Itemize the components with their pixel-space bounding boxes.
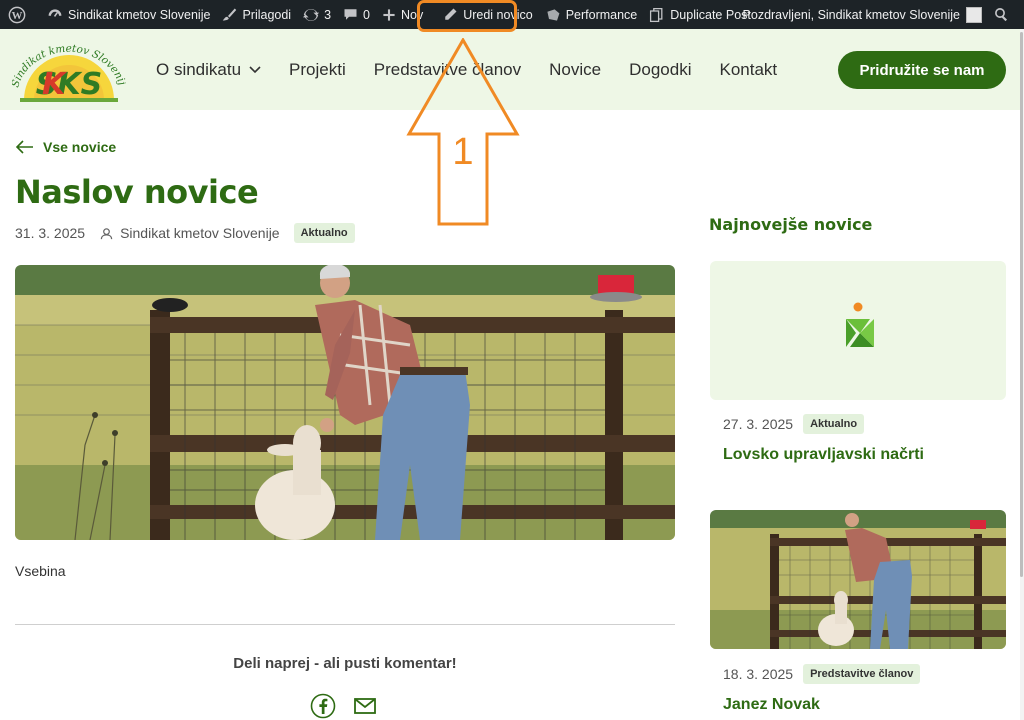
nav-item-kontakt[interactable]: Kontakt bbox=[719, 60, 777, 80]
post-author-name: Sindikat kmetov Slovenije bbox=[120, 225, 280, 241]
nav-item-novice[interactable]: Novice bbox=[549, 60, 601, 80]
admin-site-name-label: Sindikat kmetov Slovenije bbox=[68, 7, 211, 22]
highlight-box bbox=[417, 0, 517, 32]
post-author[interactable]: Sindikat kmetov Slovenije bbox=[100, 225, 280, 241]
join-button[interactable]: Pridružite se nam bbox=[838, 51, 1006, 89]
chevron-down-icon bbox=[249, 65, 261, 73]
performance-icon bbox=[547, 8, 560, 21]
featured-image bbox=[15, 265, 675, 540]
nav-label: Kontakt bbox=[719, 59, 778, 79]
back-link-label: Vse novice bbox=[43, 139, 117, 155]
updates-icon bbox=[303, 8, 320, 21]
news-card-title[interactable]: Lovsko upravljavski načrti bbox=[723, 446, 924, 464]
farmer-with-lamb-photo bbox=[15, 265, 675, 540]
admin-greeting: Pozdravljeni, Sindikat kmetov Slovenije bbox=[742, 7, 960, 22]
news-card-meta: 18. 3. 2025 Predstavitve članov bbox=[723, 664, 921, 684]
wordpress-menu[interactable]: W bbox=[0, 0, 41, 29]
user-icon bbox=[100, 227, 113, 239]
admin-search[interactable] bbox=[988, 0, 1024, 29]
admin-site-name[interactable]: Sindikat kmetov Slovenije bbox=[41, 0, 216, 29]
comments-count: 0 bbox=[363, 7, 370, 22]
post-content: Vsebina bbox=[15, 563, 66, 579]
news-card-meta: 27. 3. 2025 Aktualno bbox=[723, 414, 865, 434]
updates-count: 3 bbox=[324, 7, 332, 22]
sidebar-title: Najnovejše novice bbox=[709, 215, 873, 234]
share-icons bbox=[310, 693, 394, 719]
nav-label: O sindikatu bbox=[156, 59, 242, 79]
facebook-icon[interactable] bbox=[310, 693, 336, 719]
search-icon bbox=[995, 8, 1008, 22]
news-card-title[interactable]: Janez Novak bbox=[723, 696, 820, 714]
news-card-image[interactable] bbox=[710, 510, 1006, 649]
comment-icon bbox=[344, 9, 357, 20]
admin-updates[interactable]: 3 bbox=[297, 0, 337, 29]
arrow-left-icon bbox=[16, 140, 33, 154]
dashboard-icon bbox=[48, 8, 62, 17]
admin-comments[interactable]: 0 bbox=[337, 0, 376, 29]
nav-label: Dogodki bbox=[629, 59, 692, 79]
admin-performance-label: Performance bbox=[565, 7, 638, 22]
admin-customize-label: Prilagodi bbox=[242, 7, 292, 22]
news-card-placeholder-image[interactable] bbox=[710, 261, 1006, 400]
duplicate-icon bbox=[650, 7, 663, 22]
email-icon[interactable] bbox=[352, 693, 378, 719]
farmer-with-lamb-thumbnail bbox=[710, 510, 1006, 649]
admin-account[interactable]: Pozdravljeni, Sindikat kmetov Slovenije bbox=[737, 0, 988, 29]
divider bbox=[15, 624, 675, 625]
post-meta: 31. 3. 2025 Sindikat kmetov Slovenije Ak… bbox=[15, 222, 355, 244]
nav-item-dogodki[interactable]: Dogodki bbox=[629, 60, 691, 80]
svg-text:K: K bbox=[42, 67, 68, 102]
news-card-date: 18. 3. 2025 bbox=[723, 666, 794, 682]
avatar bbox=[966, 6, 982, 23]
nav-item-projekti[interactable]: Projekti bbox=[289, 60, 346, 80]
post-date: 31. 3. 2025 bbox=[15, 225, 86, 241]
wordpress-icon: W bbox=[8, 6, 26, 23]
annotation-arrow: 1 bbox=[406, 38, 520, 226]
post-title: Naslov novice bbox=[15, 173, 259, 211]
placeholder-logo-icon bbox=[846, 302, 874, 347]
svg-text:W: W bbox=[12, 10, 23, 22]
scrollbar-thumb[interactable] bbox=[1020, 32, 1023, 577]
paintbrush-icon bbox=[223, 8, 237, 21]
nav-item-o-sindikatu[interactable]: O sindikatu bbox=[156, 60, 261, 80]
category-badge[interactable]: Aktualno bbox=[803, 414, 865, 434]
back-to-news-link[interactable]: Vse novice bbox=[16, 139, 116, 155]
share-prompt: Deli naprej - ali pusti komentar! bbox=[233, 655, 457, 672]
category-badge[interactable]: Aktualno bbox=[293, 223, 355, 243]
nav-label: Projekti bbox=[289, 59, 346, 79]
news-card-date: 27. 3. 2025 bbox=[723, 416, 794, 432]
plus-icon bbox=[383, 8, 395, 21]
site-logo[interactable]: SKS K Sindikat kmetov Slovenije bbox=[9, 29, 128, 102]
annotation-number: 1 bbox=[452, 131, 473, 173]
nav-label: Novice bbox=[549, 59, 602, 79]
category-badge[interactable]: Predstavitve članov bbox=[803, 664, 921, 684]
logo-graphic: SKS K Sindikat kmetov Slovenije bbox=[9, 29, 128, 102]
admin-customize[interactable]: Prilagodi bbox=[216, 0, 297, 29]
admin-performance[interactable]: Performance bbox=[539, 0, 644, 29]
